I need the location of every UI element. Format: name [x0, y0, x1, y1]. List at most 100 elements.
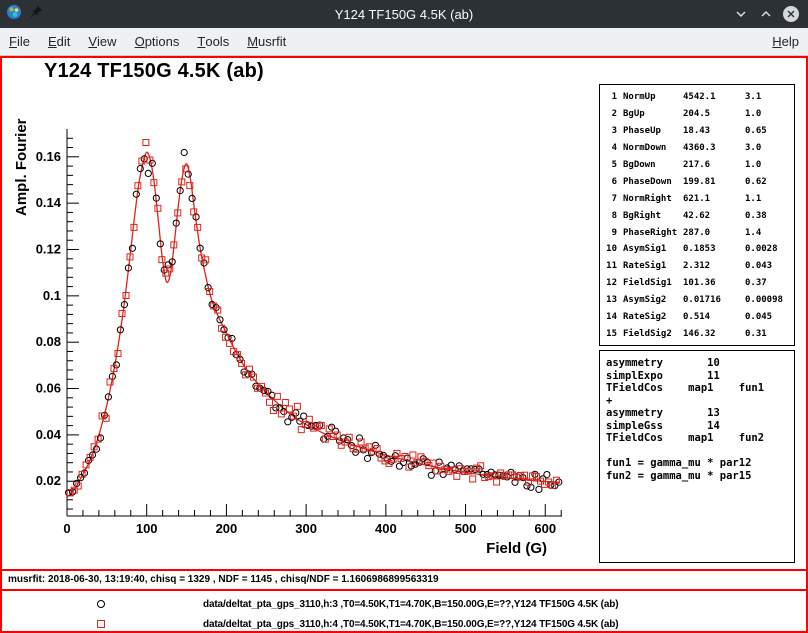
parameter-err: 1.4: [745, 228, 761, 238]
data-point-circle: [524, 483, 530, 489]
svg-text:0.12: 0.12: [36, 242, 61, 257]
parameter-val: 217.6: [683, 160, 745, 170]
data-point-circle: [345, 437, 351, 443]
menubar-spacer: [295, 28, 763, 55]
application-window: Y124 TF150G 4.5K (ab) FileEditViewOptio: [0, 0, 808, 633]
menu-item-edit[interactable]: Edit: [39, 28, 79, 55]
parameter-err: 1.0: [745, 160, 761, 170]
menu-item-help[interactable]: Help: [763, 28, 808, 55]
theory-line: [606, 445, 794, 458]
parameter-row: 12FieldSig1101.360.37: [605, 275, 794, 292]
parameter-rows: 1NormUp4542.13.12BgUp204.51.03PhaseUp18.…: [605, 89, 794, 342]
legend-row: data/deltat_pta_gps_3110,h:3 ,T0=4.50K,T…: [2, 594, 806, 614]
parameter-val: 2.312: [683, 261, 745, 271]
parameter-val: 4542.1: [683, 92, 745, 102]
parameter-no: 15: [605, 329, 617, 339]
parameter-name: NormRight: [623, 194, 683, 204]
fit-info-pad: musrfit: 2018-06-30, 13:19:40, chisq = 1…: [2, 569, 806, 631]
data-point-circle: [356, 435, 362, 441]
parameter-err: 1.1: [745, 194, 761, 204]
data-point-circle: [129, 245, 135, 251]
y-axis-title: Ampl. Fourier: [13, 118, 30, 216]
parameter-name: FieldSig1: [623, 278, 683, 288]
parameter-name: NormUp: [623, 92, 683, 102]
parameter-err: 0.31: [745, 329, 767, 339]
menu-item-view[interactable]: View: [79, 28, 125, 55]
data-point-square: [294, 403, 300, 409]
minimize-button[interactable]: [731, 4, 751, 24]
parameter-row: 13AsymSig20.017160.00098: [605, 292, 794, 309]
chevron-up-icon: [757, 5, 775, 23]
theory-line: asymmetry 10: [606, 357, 794, 370]
parameter-no: 1: [605, 92, 617, 102]
theory-line: simpleGss 14: [606, 420, 794, 433]
maximize-button[interactable]: [756, 4, 776, 24]
parameter-val: 0.01716: [683, 295, 745, 305]
root-app-icon[interactable]: [6, 4, 22, 25]
data-series-square: [67, 140, 559, 496]
parameter-no: 7: [605, 194, 617, 204]
titlebar[interactable]: Y124 TF150G 4.5K (ab): [0, 0, 808, 28]
parameter-no: 8: [605, 211, 617, 221]
fit-curve: [67, 152, 560, 497]
pushpin-icon[interactable]: [29, 5, 43, 24]
menu-item-tools[interactable]: Tools: [188, 28, 238, 55]
parameter-val: 621.1: [683, 194, 745, 204]
parameter-no: 2: [605, 109, 617, 119]
theory-lines: asymmetry 10simplExpo 11TFieldCos map1 f…: [606, 357, 794, 482]
data-point-circle: [145, 170, 151, 176]
menu-item-file[interactable]: File: [0, 28, 39, 55]
window-controls: [731, 4, 808, 24]
data-point-circle: [364, 455, 370, 461]
menu-item-options[interactable]: Options: [126, 28, 189, 55]
parameter-row: 7 NormRight621.11.1: [605, 190, 794, 207]
data-point-circle: [181, 149, 187, 155]
theory-line: fun1 = gamma_mu * par12: [606, 457, 794, 470]
legend-text: data/deltat_pta_gps_3110,h:3 ,T0=4.50K,T…: [203, 599, 618, 610]
parameter-name: PhaseUp: [623, 126, 683, 136]
svg-text:600: 600: [534, 521, 556, 536]
parameter-no: 3: [605, 126, 617, 136]
parameter-no: 13: [605, 295, 617, 305]
theory-line: simplExpo 11: [606, 370, 794, 383]
parameter-err: 3.0: [745, 143, 761, 153]
data-point-square: [143, 140, 149, 146]
parameter-row: 6PhaseDown199.810.62: [605, 173, 794, 190]
parameter-no: 11: [605, 261, 617, 271]
parameter-name: BgDown: [623, 160, 683, 170]
svg-text:0.14: 0.14: [36, 195, 62, 210]
menubar: FileEditViewOptionsToolsMusrfit Help: [0, 28, 808, 56]
parameter-val: 146.32: [683, 329, 745, 339]
parameter-err: 0.0028: [745, 244, 778, 254]
parameter-val: 4360.3: [683, 143, 745, 153]
root-canvas[interactable]: Y124 TF150G 4.5K (ab) 010020030040050060…: [0, 56, 808, 633]
data-point-circle: [544, 472, 550, 478]
menu-item-musrfit[interactable]: Musrfit: [238, 28, 295, 55]
svg-text:100: 100: [136, 521, 158, 536]
circle-x-icon: [782, 5, 800, 23]
theory-line: fun2 = gamma_mu * par15: [606, 470, 794, 483]
parameter-row: 4NormDown4360.33.0: [605, 140, 794, 157]
parameter-val: 0.1853: [683, 244, 745, 254]
theory-box: asymmetry 10simplExpo 11TFieldCos map1 f…: [599, 350, 795, 563]
fourier-amplitude-plot[interactable]: 01002003004005006000.020.040.060.080.10.…: [2, 58, 598, 578]
data-point-square: [334, 432, 340, 438]
parameter-err: 0.37: [745, 278, 767, 288]
fit-info-text: musrfit: 2018-06-30, 13:19:40, chisq = 1…: [2, 571, 806, 591]
data-series-circle: [66, 149, 562, 495]
plot-legend: data/deltat_pta_gps_3110,h:3 ,T0=4.50K,T…: [2, 591, 806, 633]
parameter-row: 2BgUp204.51.0: [605, 106, 794, 123]
parameter-name: AsymSig2: [623, 295, 683, 305]
svg-text:0.16: 0.16: [36, 149, 61, 164]
data-point-circle: [133, 191, 139, 197]
parameter-row: 8BgRight42.620.38: [605, 207, 794, 224]
close-button[interactable]: [781, 4, 801, 24]
svg-text:400: 400: [375, 521, 397, 536]
parameter-err: 0.045: [745, 312, 772, 322]
parameter-no: 12: [605, 278, 617, 288]
theory-line: +: [606, 395, 794, 408]
parameter-no: 6: [605, 177, 617, 187]
parameter-err: 0.62: [745, 177, 767, 187]
svg-text:500: 500: [455, 521, 477, 536]
parameter-no: 9: [605, 228, 617, 238]
